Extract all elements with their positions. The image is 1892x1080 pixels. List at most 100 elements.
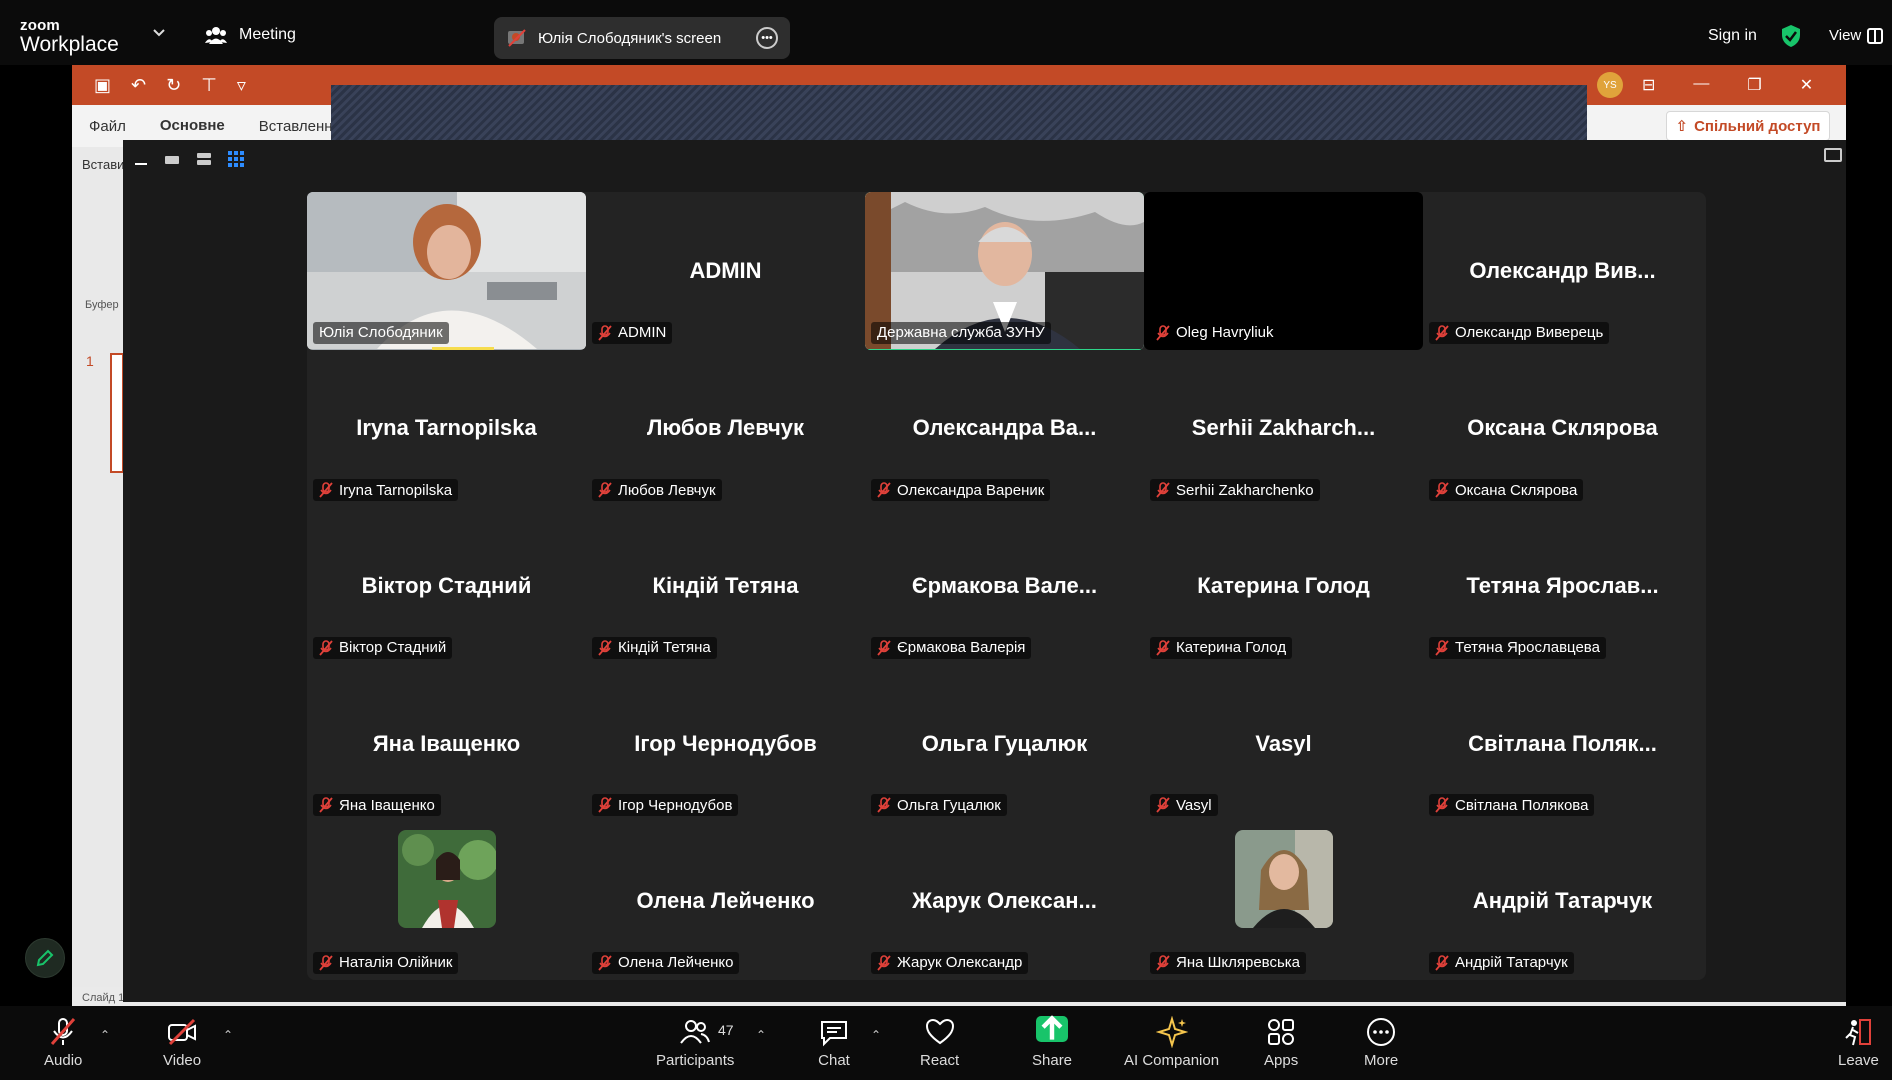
participant-tile[interactable]: Кіндій Тетяна Кіндій Тетяна: [586, 507, 865, 665]
participant-tile[interactable]: ADMIN ADMIN: [586, 192, 865, 350]
more-button[interactable]: More: [1364, 1016, 1398, 1069]
ppt-share-label: Спільний доступ: [1694, 117, 1821, 135]
chevron-down-icon[interactable]: [152, 28, 166, 38]
muted-mic-icon: [1435, 639, 1449, 656]
participant-avatar: [1234, 830, 1333, 929]
speaker-view-icon[interactable]: [163, 151, 181, 167]
participant-tile[interactable]: Oleg Havryliuk: [1144, 192, 1423, 350]
participant-tile[interactable]: Андрій Татарчук Андрій Татарчук: [1423, 822, 1702, 980]
participant-display-name: Катерина Голод: [1197, 572, 1370, 598]
participant-display-name: Тетяна Ярослав...: [1466, 572, 1659, 598]
participant-display-name: Світлана Поляк...: [1468, 730, 1657, 756]
chat-button[interactable]: Chat: [818, 1016, 850, 1069]
participant-tile[interactable]: Ольга Гуцалюк Ольга Гуцалюк: [865, 665, 1144, 823]
video-button[interactable]: Video: [163, 1016, 201, 1069]
participant-name-label: Юлія Слободяник: [313, 321, 449, 344]
audio-options-caret-icon[interactable]: ⌃: [100, 1028, 110, 1042]
gallery-view-icon[interactable]: [227, 150, 245, 168]
chat-icon: [821, 1021, 847, 1047]
participant-tile[interactable]: Олександра Ва... Олександра Вареник: [865, 350, 1144, 508]
apps-button[interactable]: Apps: [1264, 1016, 1298, 1069]
strip-view-icon[interactable]: [195, 151, 213, 167]
participant-name-label: Кіндій Тетяна: [592, 636, 717, 659]
participant-tile[interactable]: Світлана Поляк... Світлана Полякова: [1423, 665, 1702, 823]
leave-button[interactable]: Leave: [1838, 1016, 1879, 1069]
participant-tile[interactable]: Юлія Слободяник: [307, 192, 586, 350]
ppt-left-panel: Встави Буфер 1: [72, 147, 124, 1009]
shared-screen-pill[interactable]: Юлія Слободяник's screen •••: [494, 17, 790, 59]
ppt-share-button: ⇧ Спільний доступ: [1666, 111, 1830, 141]
muted-mic-icon: [598, 324, 612, 341]
more-options-icon[interactable]: •••: [756, 27, 778, 49]
participant-name-label: Олександра Вареник: [871, 479, 1051, 502]
participant-tile[interactable]: Ігор Чернодубов Ігор Чернодубов: [586, 665, 865, 823]
participant-tile[interactable]: Любов Левчук Любов Левчук: [586, 350, 865, 508]
participant-display-name: ADMIN: [689, 257, 762, 283]
participant-name-label: Олександр Виверець: [1429, 321, 1610, 344]
participant-name: ADMIN: [618, 324, 667, 342]
participant-tile[interactable]: Державна служба ЗУНУ: [865, 192, 1144, 350]
ai-companion-button[interactable]: AI Companion: [1124, 1016, 1219, 1069]
pop-out-icon[interactable]: [1824, 148, 1842, 162]
share-screen-button[interactable]: Share: [1032, 1015, 1073, 1069]
muted-mic-icon: [1156, 955, 1170, 971]
participant-tile[interactable]: Олена Лейченко Олена Лейченко: [586, 822, 865, 980]
security-shield-icon[interactable]: [1780, 24, 1802, 48]
muted-mic-icon: [319, 639, 333, 656]
participant-name: Наталія Олійник: [339, 954, 453, 972]
share-label: Share: [1032, 1052, 1073, 1069]
participant-display-name: Жарук Олексан...: [912, 888, 1097, 914]
participant-name-label: Яна Шкляревська: [1150, 951, 1307, 974]
participant-display-name: Олена Лейченко: [636, 888, 815, 914]
participant-tile[interactable]: Жарук Олексан... Жарук Олександр: [865, 822, 1144, 980]
participant-tile[interactable]: Оксана Склярова Оксана Склярова: [1423, 350, 1702, 508]
muted-mic-icon: [598, 482, 612, 498]
audio-button[interactable]: Audio: [44, 1016, 82, 1069]
participant-tile[interactable]: Vasyl Vasyl: [1144, 665, 1423, 823]
chat-label: Chat: [818, 1052, 850, 1069]
participant-name: Світлана Полякова: [1455, 796, 1589, 814]
ribbon-display-icon: ⊟: [1642, 77, 1656, 94]
paste-label: Встави: [82, 157, 125, 172]
apps-icon: [1268, 1019, 1295, 1045]
slide-thumbnail: [110, 353, 124, 473]
participant-tile[interactable]: Iryna Tarnopilska Iryna Tarnopilska: [307, 350, 586, 508]
participant-display-name: Любов Левчук: [647, 415, 804, 441]
minimize-video-icon[interactable]: [133, 151, 149, 167]
participant-name-label: Державна служба ЗУНУ: [871, 321, 1051, 344]
muted-mic-icon: [877, 482, 891, 498]
react-button[interactable]: React: [920, 1016, 959, 1069]
undo-icon: ↶: [131, 75, 147, 95]
video-options-caret-icon[interactable]: ⌃: [223, 1028, 233, 1042]
participant-name: Iryna Tarnopilska: [339, 481, 453, 499]
screen-owner-icon: [508, 29, 526, 47]
meeting-controls-toolbar: Audio ⌃ Video ⌃ Participants 47 ⌃ Chat ⌃…: [0, 1006, 1892, 1080]
participant-name-label: ADMIN: [592, 321, 673, 344]
participant-name-label: Світлана Полякова: [1429, 794, 1595, 817]
participant-tile[interactable]: Олександр Вив... Олександр Виверець: [1423, 192, 1702, 350]
participant-tile[interactable]: Тетяна Ярослав... Тетяна Ярославцева: [1423, 507, 1702, 665]
people-icon: [205, 27, 227, 44]
meeting-info-button[interactable]: Meeting: [205, 25, 296, 45]
audio-label: Audio: [44, 1052, 83, 1069]
sign-in-link[interactable]: Sign in: [1708, 27, 1757, 45]
participant-tile[interactable]: Яна Іващенко Яна Іващенко: [307, 665, 586, 823]
more-icon: [1367, 1018, 1396, 1046]
chat-options-caret-icon[interactable]: ⌃: [871, 1028, 881, 1042]
muted-mic-icon: [877, 639, 891, 656]
participant-tile[interactable]: Катерина Голод Катерина Голод: [1144, 507, 1423, 665]
participant-name: Яна Шкляревська: [1176, 954, 1301, 972]
muted-mic-icon: [1156, 324, 1170, 341]
annotate-pencil-button[interactable]: [25, 938, 65, 978]
view-menu-button[interactable]: View: [1829, 27, 1884, 44]
muted-mic-icon: [1435, 324, 1449, 341]
minimize-icon: —: [1693, 75, 1710, 92]
participant-tile[interactable]: Єрмакова Вале... Єрмакова Валерія: [865, 507, 1144, 665]
participant-tile[interactable]: Наталія Олійник: [307, 822, 586, 980]
participant-name: Катерина Голод: [1176, 639, 1287, 657]
participant-tile[interactable]: Віктор Стадний Віктор Стадний: [307, 507, 586, 665]
participant-tile[interactable]: Serhii Zakharch... Serhii Zakharchenko: [1144, 350, 1423, 508]
participants-options-caret-icon[interactable]: ⌃: [756, 1028, 766, 1042]
participant-display-name: Єрмакова Вале...: [911, 572, 1098, 598]
participant-tile[interactable]: Яна Шкляревська: [1144, 822, 1423, 980]
